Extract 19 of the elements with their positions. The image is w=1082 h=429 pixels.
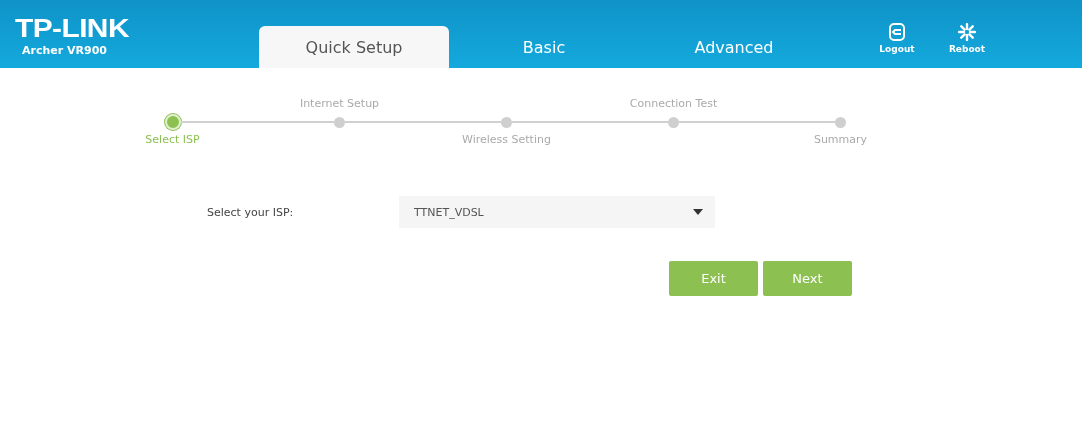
step-label: Select ISP	[145, 132, 200, 148]
nav-tab[interactable]: Advanced	[639, 26, 829, 68]
nav-tab[interactable]: Basic	[449, 26, 639, 68]
step-label: Internet Setup	[299, 96, 380, 112]
next-button[interactable]: Next	[763, 261, 852, 296]
step-label: Wireless Setting	[462, 132, 551, 148]
logout-icon	[888, 22, 906, 41]
asterisk-icon	[958, 22, 976, 41]
logo: TP-LINK	[15, 16, 129, 40]
exit-button[interactable]: Exit	[669, 261, 758, 296]
model-name: Archer VR900	[22, 44, 107, 57]
nav-tab[interactable]: Quick Setup	[259, 26, 449, 68]
logout-button[interactable]: Logout	[874, 22, 920, 54]
caret-icon	[693, 209, 703, 215]
field-label: Select your ISP:	[207, 205, 295, 219]
isp-dropdown[interactable]: TTNET_VDSL	[399, 196, 715, 228]
reboot-button[interactable]: Reboot	[944, 22, 990, 54]
step-label: Summary	[813, 132, 868, 148]
step-label: Connection Test	[629, 96, 718, 112]
